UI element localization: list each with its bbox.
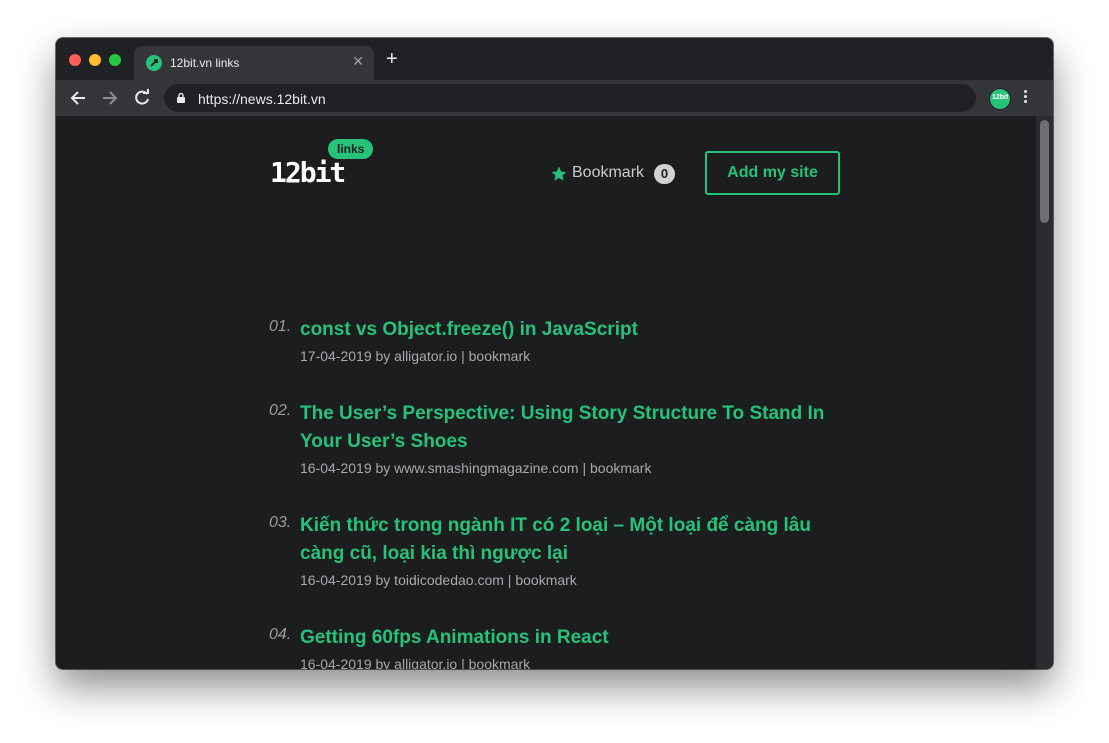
page-content: 12bit links Bookmark 0 Add my site 01. c… [56,116,1036,669]
site-favicon-icon [146,55,162,71]
minimize-window-button[interactable] [89,54,101,66]
reload-icon [135,89,149,105]
logo-badge: links [328,139,374,159]
close-window-button[interactable] [69,54,81,66]
lock-icon [177,92,185,103]
tab-close-icon[interactable]: ✕ [352,53,364,70]
item-number: 03. [269,514,292,531]
browser-toolbar: https://news.12bit.vn 12bit [56,80,1053,116]
tab-strip: 12bit.vn links ✕ + [56,38,1053,80]
arrow-left-icon [70,91,85,105]
item-title-link[interactable]: Getting 60fps Animations in React [300,624,845,652]
new-tab-button[interactable]: + [386,49,398,69]
tab-12bit-links[interactable]: 12bit.vn links ✕ [134,46,374,80]
item-meta: 17-04-2019 by alligator.io | bookmark [300,348,531,364]
item-title-link[interactable]: The User’s Perspective: Using Story Stru… [300,400,845,456]
item-meta: 16-04-2019 by toidicodedao.com | bookmar… [300,572,577,588]
item-title-link[interactable]: const vs Object.freeze() in JavaScript [300,316,845,344]
bookmark-count-badge: 0 [654,164,675,184]
more-menu-icon[interactable] [1024,90,1027,105]
reload-button[interactable] [131,87,153,109]
maximize-window-button[interactable] [109,54,121,66]
arrow-right-icon [103,91,118,105]
address-bar[interactable]: https://news.12bit.vn [164,84,976,112]
item-meta: 16-04-2019 by alligator.io | bookmark [300,656,531,669]
profile-avatar[interactable]: 12bit [989,88,1011,110]
vertical-scrollbar[interactable] [1036,116,1053,669]
item-number: 02. [269,402,292,419]
site-logo[interactable]: 12bit [270,156,346,189]
star-icon [551,166,567,181]
add-my-site-button[interactable]: Add my site [705,151,840,195]
item-meta: 16-04-2019 by www.smashingmagazine.com |… [300,460,652,476]
url-text: https://news.12bit.vn [198,91,326,107]
item-title-link[interactable]: Kiến thức trong ngành IT có 2 loại – Một… [300,512,845,568]
item-number: 01. [269,318,292,335]
tab-title: 12bit.vn links [170,56,240,70]
item-number: 04. [269,626,292,643]
scrollbar-thumb[interactable] [1040,120,1049,223]
back-button[interactable] [68,87,90,109]
bookmark-label: Bookmark [572,164,645,181]
browser-window: 12bit.vn links ✕ + https://news.12bit.vn… [56,38,1053,669]
forward-button[interactable] [98,87,120,109]
